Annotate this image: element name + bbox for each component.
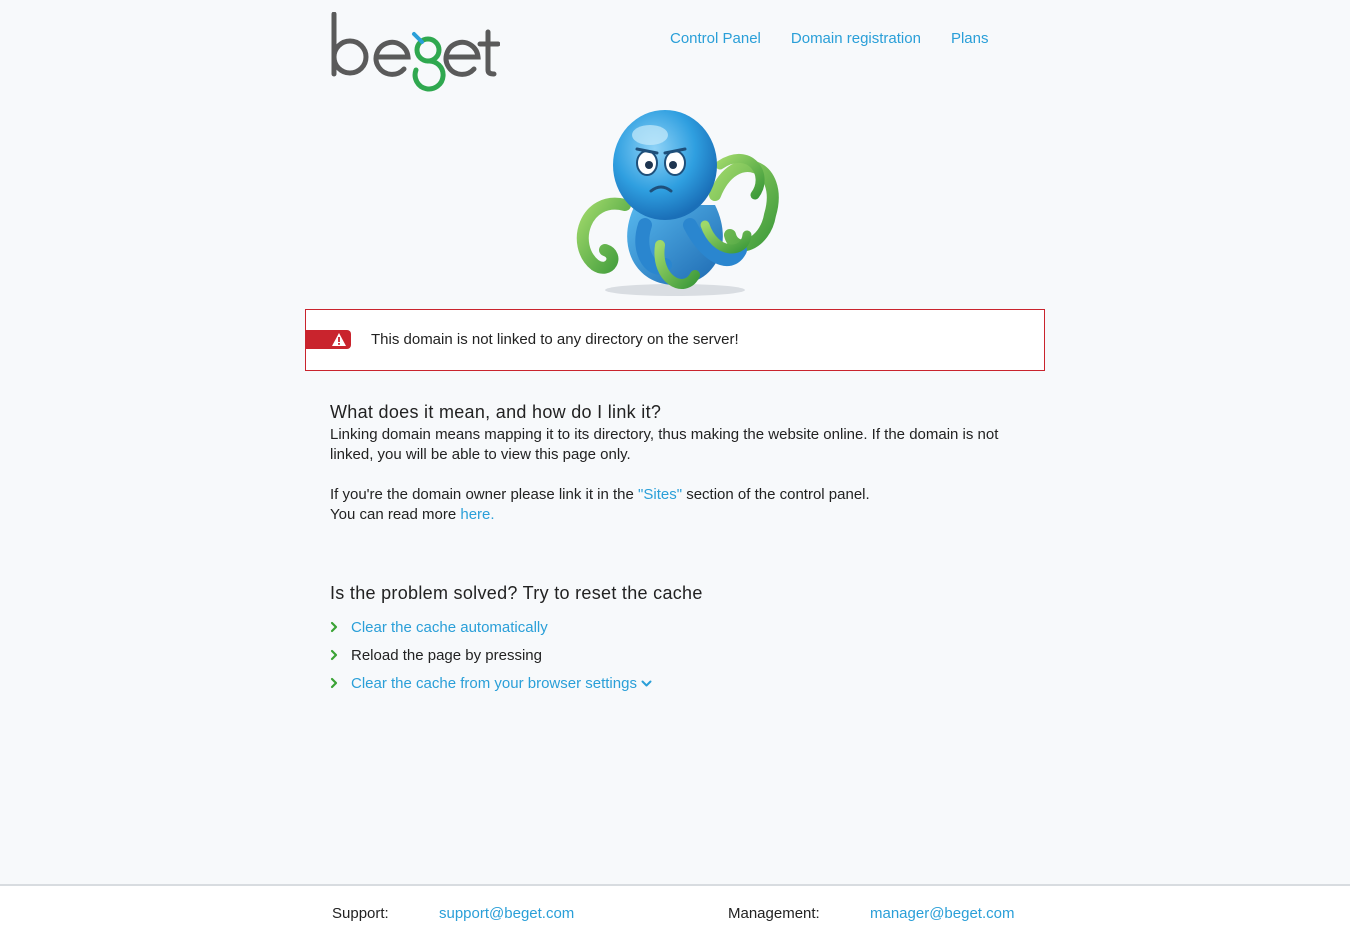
octopus-mascot-image	[576, 110, 779, 296]
owner-prefix-text: If you're the domain owner please link i…	[330, 486, 639, 503]
nav-control-panel[interactable]: Control Panel	[670, 30, 761, 47]
reload-page-text: Reload the page by pressing	[351, 647, 542, 664]
main-content: What does it mean, and how do I link it?…	[330, 400, 1020, 692]
explanation-paragraph: Linking domain means mapping it to its d…	[330, 426, 999, 463]
header: Control Panel Domain registration Plans	[0, 0, 1350, 100]
cache-section: Is the problem solved? Try to reset the …	[330, 583, 1020, 702]
chevron-right-icon	[330, 621, 338, 633]
here-link[interactable]: here.	[460, 506, 494, 523]
cache-steps-list: Clear the cache automatically Reload the…	[330, 618, 1020, 702]
nav-plans[interactable]: Plans	[951, 30, 989, 47]
nav-domain-registration[interactable]: Domain registration	[791, 30, 921, 47]
list-item: Clear the cache automatically	[330, 618, 1020, 646]
sites-link[interactable]: "Sites"	[638, 486, 682, 503]
owner-instructions: If you're the domain owner please link i…	[330, 485, 1020, 505]
management-email-link[interactable]: manager@beget.com	[870, 905, 1014, 922]
cache-heading: Is the problem solved? Try to reset the …	[330, 583, 703, 603]
alert-message: This domain is not linked to any directo…	[371, 331, 739, 348]
support-label: Support:	[332, 905, 389, 922]
support-email-link[interactable]: support@beget.com	[439, 905, 574, 922]
warning-icon	[332, 333, 346, 346]
clear-cache-browser-settings-link[interactable]: Clear the cache from your browser settin…	[351, 675, 652, 692]
domain-not-linked-alert: This domain is not linked to any directo…	[305, 309, 1045, 371]
clear-cache-automatically-link[interactable]: Clear the cache automatically	[351, 619, 548, 636]
management-label: Management:	[728, 905, 820, 922]
clear-cache-browser-settings-label: Clear the cache from your browser settin…	[351, 675, 637, 692]
explanation-section: What does it mean, and how do I link it?…	[330, 402, 1020, 525]
chevron-right-icon	[330, 677, 338, 689]
chevron-right-icon	[330, 649, 338, 661]
list-item: Reload the page by pressing	[330, 646, 1020, 674]
explanation-heading: What does it mean, and how do I link it?	[330, 402, 662, 422]
alert-flag	[305, 330, 351, 349]
read-more-text: You can read more	[330, 506, 461, 523]
top-nav: Control Panel Domain registration Plans	[670, 30, 988, 47]
beget-logo[interactable]	[330, 12, 500, 92]
list-item: Clear the cache from your browser settin…	[330, 674, 1020, 702]
footer: Support: support@beget.com Management: m…	[0, 884, 1350, 942]
read-more: You can read more here.	[330, 505, 1020, 525]
owner-suffix-text: section of the control panel.	[682, 486, 870, 503]
chevron-down-icon	[641, 680, 652, 687]
